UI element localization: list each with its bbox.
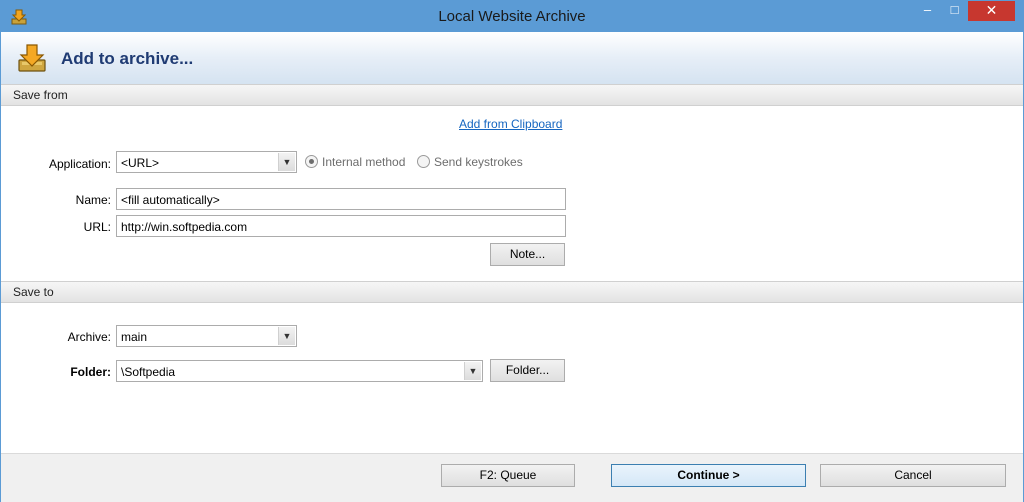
application-label: Application: <box>48 157 111 171</box>
name-field[interactable]: <fill automatically> <box>116 188 566 210</box>
name-value: <fill automatically> <box>121 193 220 207</box>
section-label-save-to: Save to <box>13 285 54 299</box>
maximize-button[interactable]: □ <box>941 1 968 21</box>
url-field[interactable]: http://win.softpedia.com <box>116 215 566 237</box>
note-button[interactable]: Note... <box>490 243 565 266</box>
chevron-down-icon[interactable]: ▼ <box>278 153 295 171</box>
minimize-button[interactable]: – <box>914 1 941 21</box>
section-save-from: Save from <box>1 84 1023 106</box>
dialog-header: Add to archive... <box>1 32 1023 84</box>
application-value: <URL> <box>121 156 160 170</box>
section-save-to: Save to <box>1 281 1023 303</box>
name-label: Name: <box>75 193 111 207</box>
folder-label: Folder: <box>70 365 111 379</box>
radio-keystrokes-label: Send keystrokes <box>434 155 523 169</box>
header-download-icon <box>18 44 46 72</box>
chevron-down-icon[interactable]: ▼ <box>464 362 481 380</box>
queue-button[interactable]: F2: Queue <box>441 464 575 487</box>
url-value: http://win.softpedia.com <box>121 220 248 234</box>
dialog-footer: F2: Queue Continue > Cancel <box>1 453 1023 502</box>
chevron-down-icon[interactable]: ▼ <box>278 327 295 345</box>
folder-value: \Softpedia <box>121 365 176 379</box>
archive-label: Archive: <box>67 330 111 344</box>
dialog-title: Add to archive... <box>61 49 194 68</box>
archive-select[interactable]: main ▼ <box>116 325 297 347</box>
radio-selected-icon <box>305 155 318 168</box>
section-label-save-from: Save from <box>13 88 68 102</box>
url-label: URL: <box>83 220 111 234</box>
title-bar[interactable]: Local Website Archive – □ ✕ <box>1 1 1023 32</box>
folder-button[interactable]: Folder... <box>490 359 565 382</box>
window-title: Local Website Archive <box>438 8 586 25</box>
radio-internal-method[interactable]: Internal method <box>305 155 405 169</box>
radio-send-keystrokes[interactable]: Send keystrokes <box>417 155 523 169</box>
close-button[interactable]: ✕ <box>968 1 1015 21</box>
cancel-button[interactable]: Cancel <box>820 464 1006 487</box>
continue-button[interactable]: Continue > <box>611 464 806 487</box>
folder-select[interactable]: \Softpedia ▼ <box>116 360 483 382</box>
main-window: Local Website Archive – □ ✕ Add to archi… <box>0 0 1024 502</box>
radio-unselected-icon <box>417 155 430 168</box>
add-from-clipboard-link[interactable]: Add from Clipboard <box>459 117 562 131</box>
archive-value: main <box>121 330 148 344</box>
radio-internal-label: Internal method <box>322 155 406 169</box>
application-select[interactable]: <URL> ▼ <box>116 151 297 173</box>
